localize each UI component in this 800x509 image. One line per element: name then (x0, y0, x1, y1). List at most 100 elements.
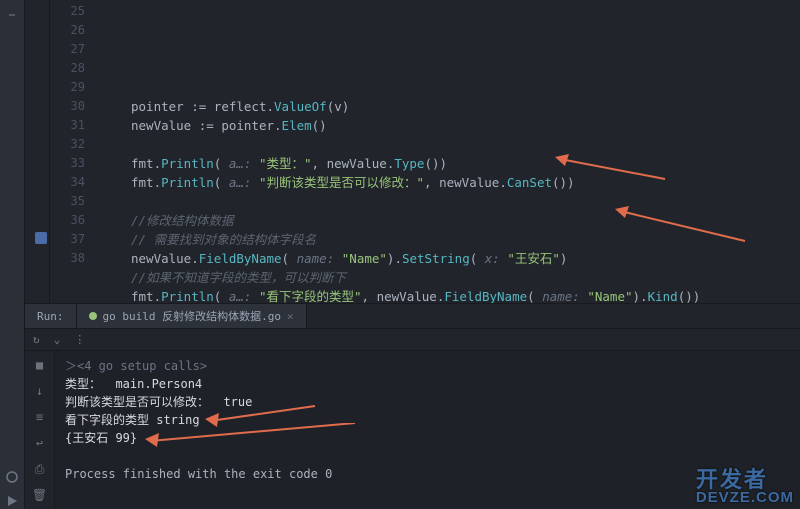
token-op: . (191, 249, 199, 268)
token-op: := (191, 116, 221, 135)
console-line: {王安石 99} (65, 429, 790, 447)
code-line[interactable]: fmt.Println( a…: "看下字段的类型", newValue.Fie… (103, 287, 800, 303)
left-tool-rail: ⎯ (0, 0, 25, 509)
token-id: newValue (327, 154, 387, 173)
code-line[interactable] (103, 135, 800, 154)
token-cmt: //修改结构体数据 (131, 211, 234, 230)
token-op: , (312, 154, 327, 173)
token-pkg: fmt (131, 173, 154, 192)
token-param: a…: (229, 154, 259, 173)
token-pkg: fmt (131, 154, 154, 173)
clear-icon[interactable]: 🗑 (32, 487, 48, 503)
code-line[interactable]: pointer := reflect.ValueOf(v) (103, 97, 800, 116)
token-method: ValueOf (274, 97, 327, 116)
token-id: pointer (131, 97, 184, 116)
token-paren: ) (560, 249, 568, 268)
token-str: "类型：" (259, 154, 312, 173)
build-config-tab[interactable]: go build 反射修改结构体数据.go × (77, 304, 307, 328)
code-line[interactable]: // 需要找到对象的结构体字段名 (103, 230, 800, 249)
breakpoint-marker[interactable] (35, 232, 47, 244)
token-op: , (424, 173, 439, 192)
token-method: Println (161, 154, 214, 173)
token-paren: ( (527, 287, 535, 303)
token-op: . (437, 287, 445, 303)
soft-wrap-icon[interactable]: ↩ (32, 435, 48, 451)
token-paren: ( (470, 249, 478, 268)
services-icon[interactable] (4, 469, 20, 485)
token-str: "看下字段的类型" (259, 287, 362, 303)
token-paren: ()) (552, 173, 575, 192)
token-id: newValue (377, 287, 437, 303)
code-line[interactable] (103, 192, 800, 211)
step-button[interactable]: ⌄ (54, 333, 61, 346)
console-line (65, 447, 790, 465)
token-op: . (387, 154, 395, 173)
token-method: SetString (402, 249, 470, 268)
token-paren: ( (214, 154, 222, 173)
console-toolbar: ↻ ⌄ ⋮ (25, 329, 800, 351)
token-pkg: fmt (131, 287, 154, 303)
filter-icon[interactable]: ≡ (32, 409, 48, 425)
token-op (289, 249, 297, 268)
token-op (477, 249, 485, 268)
code-content[interactable]: pointer := reflect.ValueOf(v)newValue :=… (95, 0, 800, 303)
token-op: := (184, 97, 214, 116)
console-line: 判断该类型是否可以修改： true (65, 393, 790, 411)
token-method: FieldByName (444, 287, 527, 303)
token-op: . (154, 173, 162, 192)
stop-icon[interactable]: ■ (32, 357, 48, 373)
breakpoint-gutter[interactable] (25, 0, 50, 303)
code-line[interactable]: fmt.Println( a…: "类型：", newValue.Type()) (103, 154, 800, 173)
token-param: name: (297, 249, 342, 268)
token-paren: ( (214, 287, 222, 303)
line-number-gutter: 2526272829303132333435363738 (50, 0, 95, 303)
console-output[interactable]: ＞<4 go setup calls>类型： main.Person4判断该类型… (55, 351, 800, 509)
console-line: ＞<4 go setup calls> (65, 357, 790, 375)
token-paren: ()) (424, 154, 447, 173)
code-line[interactable]: newValue.FieldByName( name: "Name").SetS… (103, 249, 800, 268)
token-id: newValue (131, 249, 191, 268)
token-op: . (640, 287, 648, 303)
code-line[interactable]: fmt.Println( a…: "判断该类型是否可以修改：", newValu… (103, 173, 800, 192)
token-op (221, 287, 229, 303)
build-tab-label: go build 反射修改结构体数据.go (103, 308, 281, 324)
print-icon[interactable]: ⎙ (32, 461, 48, 477)
token-id: newValue (131, 116, 191, 135)
token-paren: ( (282, 249, 290, 268)
collapse-icon[interactable]: ⎯ (4, 6, 20, 22)
token-op: . (266, 97, 274, 116)
console-line: 类型： main.Person4 (65, 375, 790, 393)
code-line[interactable]: //如果不知道字段的类型，可以判断下 (103, 268, 800, 287)
close-icon[interactable]: × (287, 310, 294, 323)
token-op (221, 154, 229, 173)
token-op: . (154, 287, 162, 303)
token-str: "Name" (587, 287, 632, 303)
code-line[interactable]: //修改结构体数据 (103, 211, 800, 230)
token-method: Elem (282, 116, 312, 135)
token-param: x: (485, 249, 508, 268)
console-line: 看下字段的类型 string (65, 411, 790, 429)
token-paren: ) (633, 287, 641, 303)
run-tab-label: Run: (37, 310, 64, 323)
code-editor[interactable]: 2526272829303132333435363738 pointer := … (25, 0, 800, 303)
status-dot-icon (89, 312, 97, 320)
scroll-down-icon[interactable]: ↓ (32, 383, 48, 399)
code-line[interactable]: newValue := pointer.Elem() (103, 116, 800, 135)
token-paren: ) (387, 249, 395, 268)
more-button[interactable]: ⋮ (74, 333, 85, 346)
token-param: a…: (229, 173, 259, 192)
token-str: "Name" (342, 249, 387, 268)
token-paren: ()) (678, 287, 701, 303)
token-param: name: (542, 287, 587, 303)
watermark: 开发者 DEVZE.COM (696, 471, 794, 507)
run-tabs: Run: go build 反射修改结构体数据.go × (25, 303, 800, 329)
token-id: v (334, 97, 342, 116)
token-method: FieldByName (199, 249, 282, 268)
token-op: . (394, 249, 402, 268)
watermark-line2: DEVZE.COM (696, 489, 794, 507)
token-str: "王安石" (507, 249, 560, 268)
run-icon[interactable] (4, 493, 20, 509)
run-tab[interactable]: Run: (25, 304, 77, 328)
token-op: . (274, 116, 282, 135)
rerun-button[interactable]: ↻ (33, 333, 40, 346)
